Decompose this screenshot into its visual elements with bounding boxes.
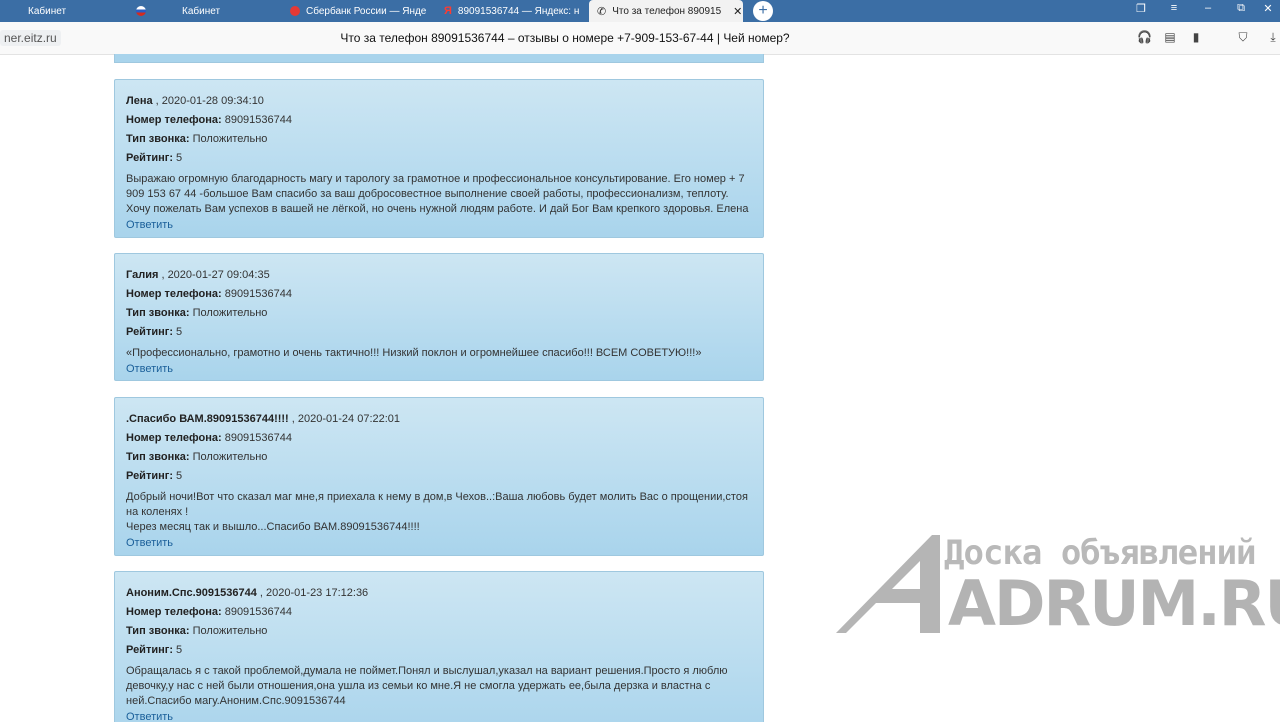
review-type: Положительно <box>192 133 268 145</box>
minimize-icon[interactable]: – <box>1198 2 1218 14</box>
type-label: Тип звонка: <box>126 625 190 637</box>
tab-label: 89091536744 — Яндекс: н <box>457 5 580 17</box>
review-author: Аноним.Спс.9091536744 <box>126 587 257 599</box>
review-phone: 89091536744 <box>224 432 292 444</box>
rating-label: Рейтинг: <box>126 326 173 338</box>
bookmark-icon[interactable]: ▮ <box>1189 30 1203 44</box>
review-phone: 89091536744 <box>224 114 292 126</box>
new-tab-button[interactable]: + <box>753 1 773 21</box>
flag-icon <box>136 6 146 16</box>
review-phone: 89091536744 <box>224 606 292 618</box>
review-phone: 89091536744 <box>224 288 292 300</box>
review-type: Положительно <box>192 625 268 637</box>
restore-icon[interactable]: ⧉ <box>1231 2 1251 15</box>
review-date: , 2020-01-24 07:22:01 <box>291 413 401 425</box>
tabs-manager-icon[interactable]: ❐ <box>1131 2 1151 15</box>
review-card: Аноним.Спс.9091536744 , 2020-01-23 17:12… <box>114 571 764 722</box>
review-author: Лена <box>126 95 153 107</box>
phone-label: Номер телефона: <box>126 114 222 126</box>
review-rating: 5 <box>176 644 183 656</box>
download-icon[interactable]: ⤓ <box>1266 30 1280 45</box>
tab-cabinet-2[interactable]: Кабинет <box>128 0 278 22</box>
page-title: Что за телефон 89091536744 – отзывы о но… <box>340 31 790 45</box>
review-rating: 5 <box>176 152 183 164</box>
review-author: Галия <box>126 269 159 281</box>
review-text: Обращалась я с такой проблемой,думала не… <box>126 665 728 707</box>
reply-link[interactable]: Ответить <box>126 361 752 377</box>
tab-phone-review[interactable]: ✆ Что за телефон 890915 ✕ <box>589 0 743 22</box>
phone-label: Номер телефона: <box>126 288 222 300</box>
tab-label: Кабинет <box>28 5 67 17</box>
review-card: Галия , 2020-01-27 09:04:35 Номер телефо… <box>114 253 764 381</box>
review-text: Выражаю огромную благодарность магу и та… <box>126 173 749 215</box>
review-author: .Спасибо ВАМ.89091536744!!!! <box>126 413 289 425</box>
review-date: , 2020-01-28 09:34:10 <box>155 95 264 107</box>
menu-icon[interactable]: ≡ <box>1164 2 1184 14</box>
tab-label: Что за телефон 890915 <box>612 5 722 17</box>
review-type: Положительно <box>192 451 268 463</box>
type-label: Тип звонка: <box>126 133 190 145</box>
phone-label: Номер телефона: <box>126 606 222 618</box>
phone-icon: ✆ <box>597 5 607 18</box>
tab-label: Сбербанк России — Янде <box>306 5 427 17</box>
tab-label: Кабинет <box>182 5 221 17</box>
address-bar: ner.eitz.ru Что за телефон 89091536744 –… <box>0 22 1280 55</box>
reply-link[interactable]: Ответить <box>126 217 752 233</box>
review-rating: 5 <box>176 326 183 338</box>
headphones-icon[interactable]: 🎧 <box>1137 30 1152 44</box>
reader-mode-icon[interactable]: ▤ <box>1163 30 1177 44</box>
tab-cabinet-1[interactable]: Кабинет <box>4 0 124 22</box>
review-text: «Профессионально, грамотно и очень такти… <box>126 347 702 359</box>
close-icon[interactable]: ✕ <box>733 5 742 18</box>
review-date: , 2020-01-23 17:12:36 <box>259 587 369 599</box>
browser-tab-bar: Кабинет Кабинет Сбербанк России — Янде Я… <box>0 0 1280 22</box>
review-card: Лена , 2020-01-28 09:34:10 Номер телефон… <box>114 79 764 238</box>
tab-yandex-search[interactable]: Я 89091536744 — Яндекс: н <box>436 0 586 22</box>
review-type: Положительно <box>192 307 268 319</box>
review-card-previous <box>114 54 764 63</box>
review-text: Добрый ночи!Вот что сказал маг мне,я при… <box>126 491 748 533</box>
location-pin-icon <box>290 6 300 16</box>
reply-link[interactable]: Ответить <box>126 535 752 551</box>
rating-label: Рейтинг: <box>126 152 173 164</box>
watermark-site: ADRUM.RU <box>948 567 1280 640</box>
reply-link[interactable]: Ответить <box>126 709 752 722</box>
review-card: .Спасибо ВАМ.89091536744!!!! , 2020-01-2… <box>114 397 764 556</box>
watermark-logo-icon <box>836 535 940 633</box>
yandex-icon: Я <box>444 5 452 17</box>
tab-sberbank[interactable]: Сбербанк России — Янде <box>282 0 432 22</box>
rating-label: Рейтинг: <box>126 470 173 482</box>
rating-label: Рейтинг: <box>126 644 173 656</box>
type-label: Тип звонка: <box>126 307 190 319</box>
review-rating: 5 <box>176 470 183 482</box>
review-date: , 2020-01-27 09:04:35 <box>161 269 270 281</box>
type-label: Тип звонка: <box>126 451 190 463</box>
watermark: Доска объявлений ADRUM.RU <box>836 533 1280 640</box>
phone-label: Номер телефона: <box>126 432 222 444</box>
protect-icon[interactable]: ⛉ <box>1236 30 1250 45</box>
close-window-icon[interactable]: ✕ <box>1258 2 1278 15</box>
blank-icon <box>12 6 22 16</box>
